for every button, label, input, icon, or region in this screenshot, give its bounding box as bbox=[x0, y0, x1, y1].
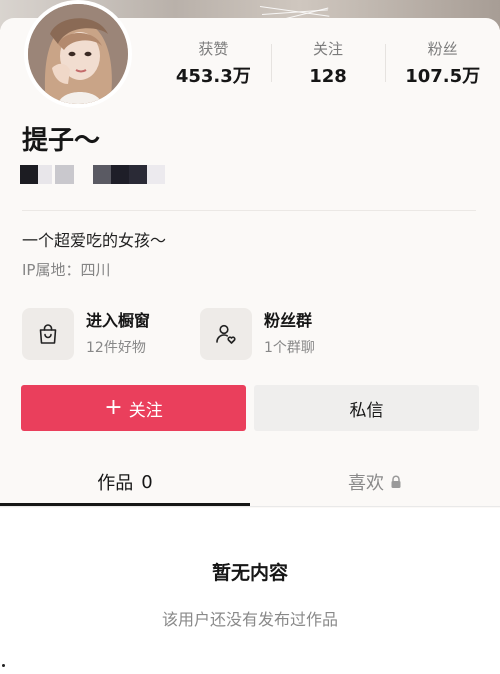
plus-icon: + bbox=[104, 395, 123, 420]
shopping-bag-icon bbox=[22, 308, 74, 360]
pixelated-user-id bbox=[20, 165, 168, 184]
section-divider bbox=[22, 210, 476, 211]
ip-location: IP属地：四川 bbox=[22, 261, 111, 279]
tabs-divider bbox=[0, 506, 500, 507]
tab-works-count: 0 bbox=[141, 471, 153, 493]
showcase-subtitle: 12件好物 bbox=[86, 340, 146, 356]
follow-button-label: 关注 bbox=[128, 400, 163, 421]
follow-button[interactable]: + 关注 bbox=[21, 385, 246, 431]
message-button-label: 私信 bbox=[349, 400, 384, 421]
stat-likes-label: 获赞 bbox=[198, 40, 229, 58]
profile-stats: 获赞 453.3万 关注 128 粉丝 107.5万 bbox=[156, 40, 500, 100]
avatar[interactable] bbox=[24, 0, 132, 108]
profile-name: 提子～ bbox=[22, 126, 101, 156]
stat-following-label: 关注 bbox=[313, 40, 344, 58]
message-button[interactable]: 私信 bbox=[254, 385, 479, 431]
user-heart-icon bbox=[200, 308, 252, 360]
showcase-title: 进入橱窗 bbox=[86, 311, 151, 330]
stat-following-value: 128 bbox=[309, 66, 347, 87]
fan-group-title: 粉丝群 bbox=[264, 311, 313, 330]
stat-followers-label: 粉丝 bbox=[427, 40, 458, 58]
showcase-entry[interactable]: 进入橱窗 12件好物 bbox=[22, 307, 150, 361]
lock-icon bbox=[390, 475, 402, 489]
empty-state-subtitle: 该用户还没有发布过作品 bbox=[161, 610, 338, 629]
stat-followers-value: 107.5万 bbox=[405, 66, 481, 87]
stat-followers[interactable]: 粉丝 107.5万 bbox=[385, 40, 500, 100]
tab-likes-label: 喜欢 bbox=[348, 473, 384, 494]
stray-dot bbox=[2, 664, 5, 667]
tab-likes[interactable]: 喜欢 bbox=[250, 458, 500, 506]
content-tabs: 作品 0 喜欢 bbox=[0, 458, 500, 506]
fan-group-subtitle: 1个群聊 bbox=[264, 340, 315, 356]
stat-likes-value: 453.3万 bbox=[175, 66, 251, 87]
stat-likes[interactable]: 获赞 453.3万 bbox=[156, 40, 271, 100]
empty-state-title: 暂无内容 bbox=[211, 562, 288, 584]
profile-bio: 一个超爱吃的女孩～ bbox=[22, 231, 167, 250]
tab-works-label: 作品 bbox=[97, 473, 134, 494]
stat-following[interactable]: 关注 128 bbox=[270, 40, 386, 100]
avatar-image bbox=[28, 4, 128, 104]
fan-group-entry[interactable]: 粉丝群 1个群聊 bbox=[200, 307, 315, 361]
tab-works[interactable]: 作品 0 bbox=[0, 458, 250, 506]
